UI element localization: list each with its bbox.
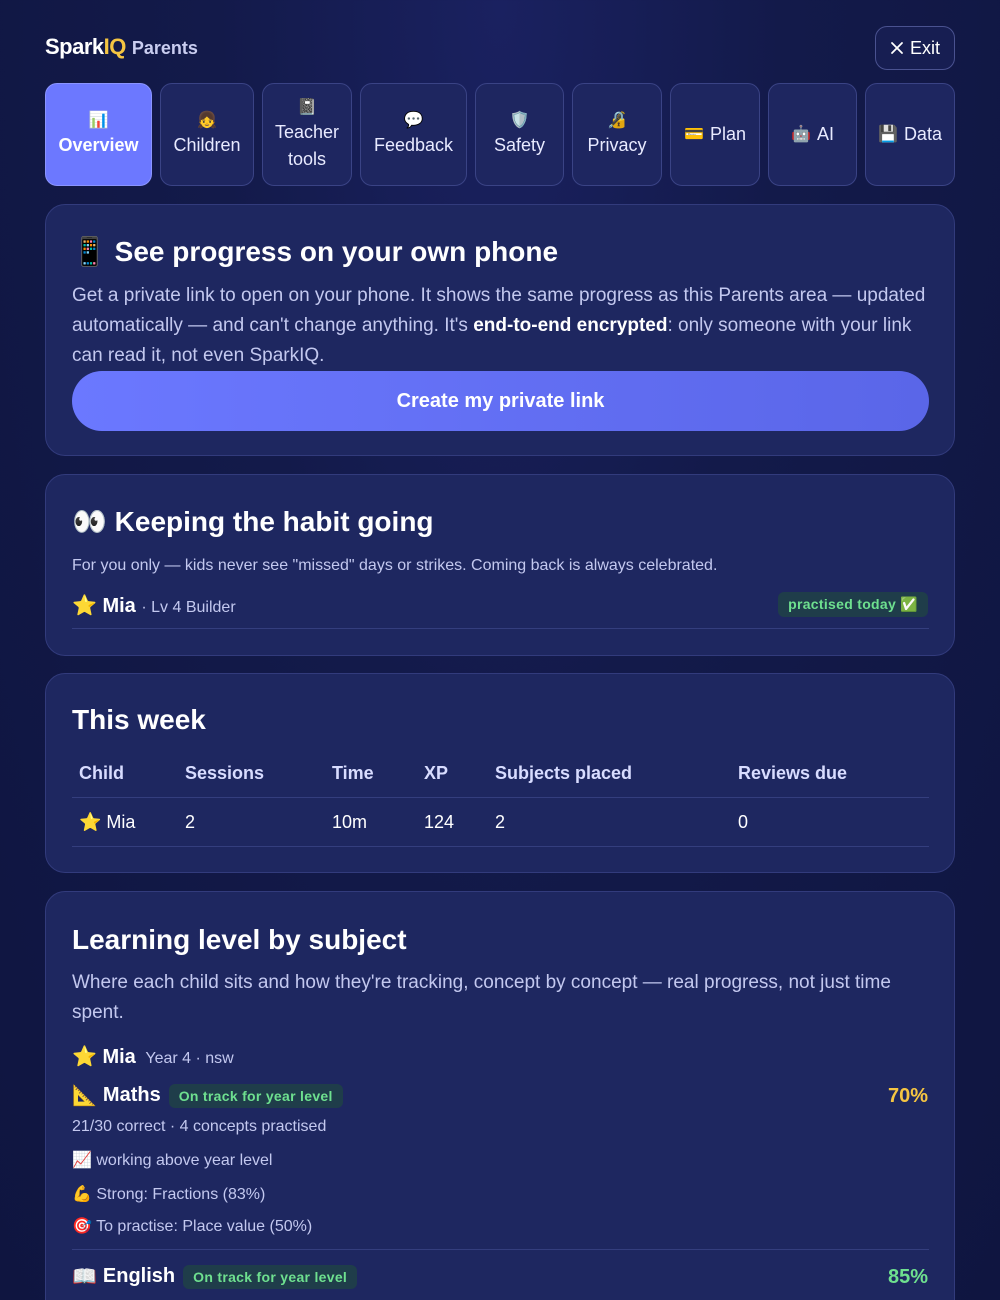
close-icon xyxy=(891,42,903,54)
insight-text: To practise: Place value (50%) xyxy=(96,1218,313,1235)
column-header: Child xyxy=(79,763,124,783)
card-title: 👀 Keeping the habit going xyxy=(72,505,434,538)
subject-name: Maths xyxy=(102,1084,161,1106)
brand-logo: SparkIQ Parents xyxy=(45,34,198,60)
card-title: 📱 See progress on your own phone xyxy=(72,235,558,268)
tab-label: Privacy xyxy=(587,135,647,155)
robot-icon: 🤖 xyxy=(791,125,811,143)
column-header: Reviews due xyxy=(738,763,848,783)
tab-label: Children xyxy=(173,135,241,155)
brand-name-part2: IQ xyxy=(103,34,127,59)
card-note: For you only — kids never see "missed" d… xyxy=(72,557,718,574)
phone-icon: 📱 xyxy=(72,236,107,267)
tab-label-line1: Teacher xyxy=(274,121,340,142)
insight-row: 🎯 To practise: Place value (50%) xyxy=(72,1216,312,1236)
tab-children[interactable]: 👧 Children xyxy=(160,83,254,186)
app-header: SparkIQ Parents Exit xyxy=(45,26,955,70)
credit-card-icon: 💳 xyxy=(684,125,704,143)
tab-data[interactable]: 💾 Data xyxy=(865,83,955,186)
target-icon: 🎯 xyxy=(72,1218,92,1235)
shield-icon: 🛡️ xyxy=(509,112,530,129)
star-icon: ⭐ xyxy=(72,595,97,617)
notebook-icon: 📓 xyxy=(297,98,317,116)
tab-label-line2: tools xyxy=(287,148,327,169)
card-description: Get a private link to open on your phone… xyxy=(72,281,942,371)
tab-privacy[interactable]: 🔏 Privacy xyxy=(572,83,662,186)
floppy-disk-icon: 💾 xyxy=(878,125,898,143)
subject-percent: 70% xyxy=(887,1085,928,1107)
section-tabs: 📊 Overview 👧 Children 📓 Teacher tools 💬 … xyxy=(45,83,955,186)
tab-feedback[interactable]: 💬 Feedback xyxy=(360,83,467,186)
create-private-link-button[interactable]: Create my private link xyxy=(72,371,929,431)
phone-link-card: 📱 See progress on your own phone Get a p… xyxy=(45,204,955,456)
tab-safety[interactable]: 🛡️ Safety xyxy=(475,83,564,186)
tab-label: Feedback xyxy=(373,135,454,155)
table-cell-time: 10m xyxy=(332,812,368,832)
book-icon: 📖 xyxy=(72,1266,97,1288)
tab-overview[interactable]: 📊 Overview xyxy=(45,83,152,186)
brand-section-label: Parents xyxy=(131,38,198,58)
tab-label: Overview xyxy=(58,135,139,155)
ruler-icon: 📐 xyxy=(72,1085,97,1107)
speech-bubble-icon: 💬 xyxy=(403,112,424,129)
table-cell-subjects: 2 xyxy=(495,812,506,832)
brand-name-part1: Spark xyxy=(45,34,104,59)
tab-label: AI xyxy=(816,124,834,144)
learning-level-card: Learning level by subject Where each chi… xyxy=(45,891,955,1300)
exit-button[interactable]: Exit xyxy=(875,26,955,70)
divider xyxy=(72,628,929,629)
tab-label: Plan xyxy=(709,124,746,144)
subject-name: English xyxy=(102,1265,176,1287)
table-cell-child: ⭐ Mia xyxy=(79,812,136,832)
card-title: This week xyxy=(72,704,206,735)
this-week-card: This week Child Sessions Time XP Subject… xyxy=(45,673,955,873)
table-cell-reviews: 0 xyxy=(738,812,749,832)
child-summary: ⭐ Mia · Lv 4 Builder xyxy=(72,593,236,618)
child-meta: Year 4 · nsw xyxy=(145,1050,234,1067)
chart-icon: 📊 xyxy=(88,112,109,129)
muscle-icon: 💪 xyxy=(72,1186,92,1203)
insight-row: 📈 working above year level xyxy=(72,1150,272,1170)
child-name: Mia xyxy=(102,595,136,617)
column-header: Subjects placed xyxy=(495,763,633,783)
child-level: · Lv 4 Builder xyxy=(141,599,236,616)
child-icon: 👧 xyxy=(197,112,217,129)
tab-plan[interactable]: 💳 Plan xyxy=(670,83,760,186)
insight-row: 💪 Strong: Fractions (83%) xyxy=(72,1184,265,1204)
desc-bold-text: end-to-end encrypted xyxy=(473,315,668,336)
card-title-text: See progress on your own phone xyxy=(114,236,559,267)
subject-percent: 85% xyxy=(887,1266,928,1288)
card-description: Where each child sits and how they're tr… xyxy=(72,972,891,1023)
column-header: Sessions xyxy=(185,763,265,783)
habit-card: 👀 Keeping the habit going For you only —… xyxy=(45,474,955,656)
card-title: Learning level by subject xyxy=(72,924,407,955)
table-cell-xp: 124 xyxy=(424,812,455,832)
column-header: XP xyxy=(424,763,449,783)
subject-summary: 21/30 correct · 4 concepts practised xyxy=(72,1118,327,1135)
child-name: Mia xyxy=(102,1046,136,1068)
trend-up-icon: 📈 xyxy=(72,1152,92,1169)
tab-label: Data xyxy=(903,124,942,144)
divider xyxy=(72,846,929,847)
table-cell-sessions: 2 xyxy=(185,812,196,832)
divider xyxy=(72,797,929,798)
subject-english: 📖 English On track for year level xyxy=(72,1264,358,1289)
eyes-icon: 👀 xyxy=(72,506,107,537)
tab-label: Safety xyxy=(493,135,546,155)
lock-pen-icon: 🔏 xyxy=(607,112,627,129)
subject-maths: 📐 Maths On track for year level xyxy=(72,1083,343,1108)
status-badge: practised today ✅ xyxy=(778,592,928,617)
column-header: Time xyxy=(332,763,374,783)
star-icon: ⭐ xyxy=(72,1046,97,1068)
divider xyxy=(72,1249,929,1250)
status-badge: On track for year level xyxy=(168,1083,343,1108)
status-badge: On track for year level xyxy=(183,1264,358,1289)
card-title-text: Keeping the habit going xyxy=(114,506,434,537)
exit-label: Exit xyxy=(909,37,940,58)
child-header: ⭐ Mia Year 4 · nsw xyxy=(72,1044,234,1069)
insight-text: Strong: Fractions (83%) xyxy=(96,1186,266,1203)
tab-teacher-tools[interactable]: 📓 Teacher tools xyxy=(262,83,352,186)
tab-ai[interactable]: 🤖 AI xyxy=(768,83,857,186)
insight-text: working above year level xyxy=(96,1152,273,1169)
